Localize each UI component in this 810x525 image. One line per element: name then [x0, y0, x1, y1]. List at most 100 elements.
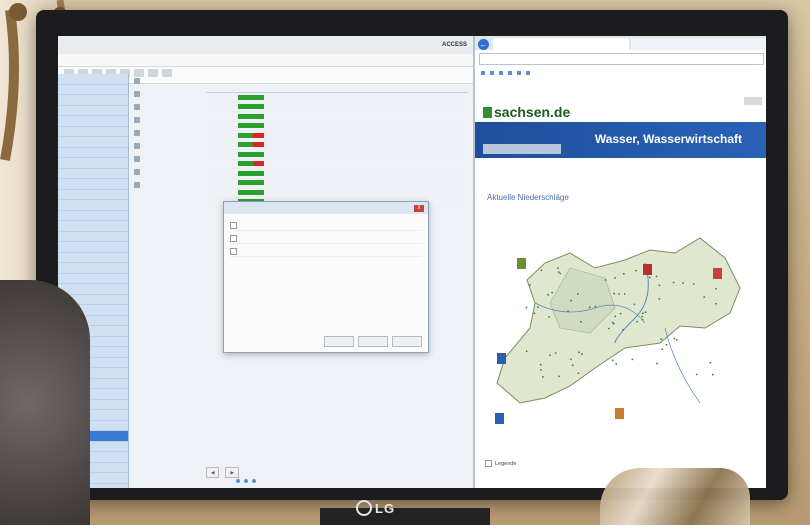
precipitation-map[interactable]	[475, 208, 766, 428]
dialog-option[interactable]	[230, 221, 422, 231]
dialog-option[interactable]	[230, 247, 422, 257]
station-dot	[604, 279, 607, 281]
nav-item[interactable]	[130, 152, 200, 165]
tree-item[interactable]	[58, 263, 128, 274]
station-dot	[641, 318, 644, 321]
station-dot	[570, 299, 572, 302]
checkbox[interactable]	[485, 460, 492, 467]
banner-search-field[interactable]	[483, 144, 561, 154]
tree-item[interactable]	[58, 158, 128, 169]
table-row[interactable]	[206, 150, 468, 160]
station-dot	[715, 287, 718, 290]
table-row[interactable]	[206, 93, 468, 103]
nav-item[interactable]	[130, 87, 200, 100]
station-dot	[633, 303, 636, 306]
station-dot	[695, 373, 698, 376]
station-dot	[631, 358, 634, 361]
bookmark[interactable]	[481, 68, 485, 77]
checkbox[interactable]	[230, 235, 237, 242]
tree-item[interactable]	[58, 221, 128, 232]
tree-item[interactable]	[58, 85, 128, 95]
nav-item[interactable]	[130, 165, 200, 178]
nav-item[interactable]	[130, 113, 200, 126]
tree-item[interactable]	[58, 148, 128, 158]
bookmark[interactable]	[526, 68, 530, 77]
table-row[interactable]	[206, 188, 468, 198]
station-dot	[614, 315, 617, 318]
table-row[interactable]	[206, 169, 468, 179]
site-logo[interactable]: sachsen.de	[483, 104, 570, 120]
address-bar[interactable]	[479, 53, 764, 65]
nav-item[interactable]	[130, 139, 200, 152]
station-dot	[548, 315, 551, 318]
app-brand: ACCESS	[441, 42, 467, 48]
tree-item[interactable]	[58, 137, 128, 148]
dialog-button-3[interactable]	[392, 336, 422, 347]
status-bar-fill	[238, 161, 264, 167]
tree-item[interactable]	[58, 200, 128, 211]
checkbox[interactable]	[230, 248, 237, 255]
table-row[interactable]	[206, 103, 468, 112]
bookmark[interactable]	[517, 68, 521, 77]
table-row[interactable]	[206, 131, 468, 141]
tree-item[interactable]	[58, 274, 128, 284]
checkbox[interactable]	[230, 222, 237, 229]
dialog-button-2[interactable]	[358, 336, 388, 347]
nav-item[interactable]	[130, 178, 200, 191]
dialog-option[interactable]	[230, 234, 422, 244]
bookmark[interactable]	[499, 68, 503, 77]
dialog-body	[224, 214, 428, 261]
tree-item[interactable]	[58, 74, 128, 85]
tree-item[interactable]	[58, 190, 128, 200]
table-row[interactable]	[206, 141, 468, 150]
tree-item[interactable]	[58, 116, 128, 127]
status-bar-fill	[238, 189, 264, 195]
dialog-button-1[interactable]	[324, 336, 354, 347]
station-dot	[641, 312, 644, 315]
table-row[interactable]	[206, 122, 468, 131]
tree-item[interactable]	[58, 106, 128, 116]
station-dot	[525, 350, 528, 353]
folder-icon	[134, 90, 140, 97]
station-dot	[540, 269, 543, 272]
table-row[interactable]	[206, 112, 468, 122]
tree-item[interactable]	[58, 253, 128, 263]
tree-item[interactable]	[58, 284, 128, 295]
status-bar-fill	[238, 151, 264, 157]
monitor-stand	[320, 508, 490, 525]
prev-button[interactable]: ◀	[206, 466, 220, 478]
bookmark[interactable]	[490, 68, 494, 77]
dialog-close-button[interactable]: X	[414, 204, 424, 212]
table-row[interactable]	[206, 179, 468, 188]
bookmark[interactable]	[508, 68, 512, 77]
station-dot	[539, 363, 542, 366]
tree-item[interactable]	[58, 127, 128, 137]
tree-item[interactable]	[58, 169, 128, 179]
nav-item[interactable]	[130, 100, 200, 113]
status-bar	[236, 476, 471, 486]
site-header: sachsen.de Wasser, Wasserwirtschaft	[475, 100, 766, 164]
legend-toggle[interactable]: Legende	[485, 460, 516, 467]
station-dot	[557, 267, 559, 269]
station-dot	[703, 296, 706, 298]
table-row[interactable]	[206, 160, 468, 169]
dialog: X	[223, 201, 429, 353]
tree-item[interactable]	[58, 95, 128, 106]
tree-item[interactable]	[58, 242, 128, 253]
coat-of-arms-icon	[517, 258, 526, 269]
tree-item[interactable]	[58, 179, 128, 190]
banner-title: Wasser, Wasserwirtschaft	[594, 132, 742, 146]
nav-item[interactable]	[130, 74, 200, 87]
nav-item[interactable]	[130, 126, 200, 139]
tab-1[interactable]	[493, 38, 629, 50]
folder-icon	[134, 77, 140, 84]
banner: Wasser, Wasserwirtschaft	[475, 122, 766, 158]
station-dot	[672, 281, 675, 284]
tree-item[interactable]	[58, 232, 128, 242]
tree-item[interactable]	[58, 211, 128, 221]
back-arrow-icon[interactable]: ←	[478, 39, 489, 50]
dialog-buttons	[324, 336, 422, 347]
tab-2[interactable]	[630, 38, 766, 50]
station-dot	[658, 297, 661, 300]
station-dot	[576, 293, 579, 295]
